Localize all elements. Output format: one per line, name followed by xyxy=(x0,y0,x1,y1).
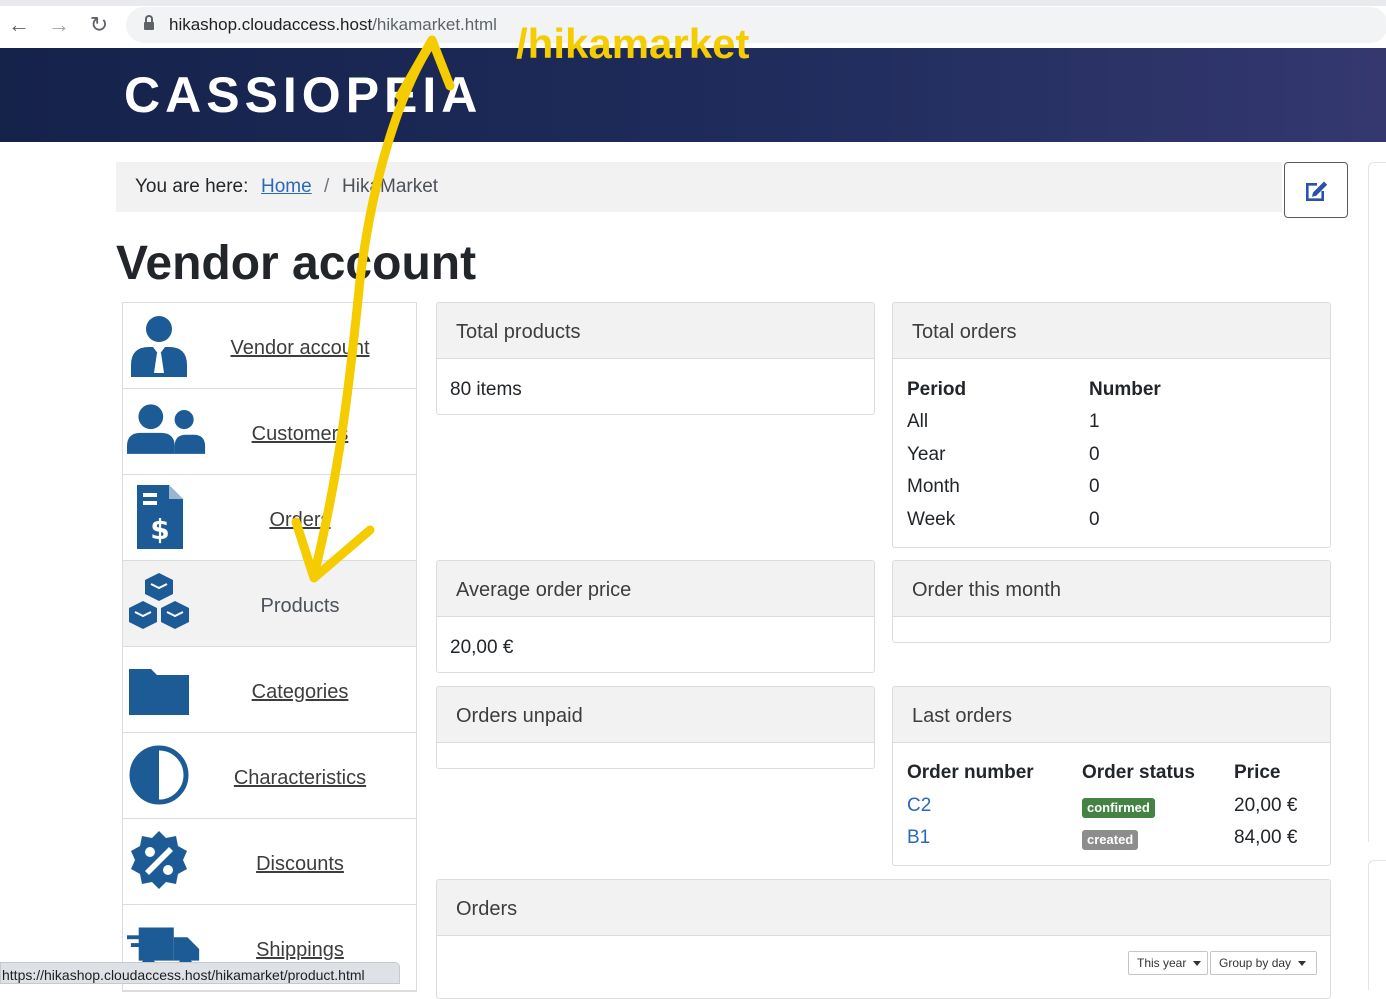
site-brand-logo[interactable]: CASSIOPEIA xyxy=(124,66,482,124)
number-cell: 0 xyxy=(1089,509,1100,530)
orders-chart-card: Orders xyxy=(436,879,1331,999)
status-badge: confirmed xyxy=(1082,798,1155,818)
orders-unpaid-card: Orders unpaid xyxy=(436,686,875,769)
order-number-link[interactable]: C2 xyxy=(907,795,931,817)
order-number-link[interactable]: B1 xyxy=(907,827,930,849)
last-orders-table: Order number Order status Price C2 confi… xyxy=(907,762,1327,862)
reload-icon[interactable]: ↻ xyxy=(86,12,112,38)
folder-icon xyxy=(129,669,189,715)
total-orders-card: Total orders Period Number All 1 Year 0 … xyxy=(892,302,1331,548)
page-title: Vendor account xyxy=(116,237,477,290)
last-orders-card: Last orders Order number Order status Pr… xyxy=(892,686,1331,866)
vendor-user-icon xyxy=(131,316,187,377)
number-cell: 1 xyxy=(1089,411,1100,432)
number-cell: 0 xyxy=(1089,476,1100,497)
col-period: Period xyxy=(907,379,967,400)
address-url[interactable]: hikashop.cloudaccess.host/hikamarket.htm… xyxy=(169,15,497,35)
invoice-dollar-icon: $ xyxy=(137,485,183,549)
breadcrumb-prefix: You are here: xyxy=(135,176,249,197)
card-title: Last orders xyxy=(893,687,1330,743)
cubes-icon xyxy=(129,573,189,629)
order-price: 84,00 € xyxy=(1234,827,1298,848)
period-select[interactable]: This year xyxy=(1128,951,1208,975)
group-by-select-label: Group by day xyxy=(1219,956,1292,970)
menu-item-categories[interactable]: Categories xyxy=(123,647,416,733)
breadcrumb-separator: / xyxy=(324,176,330,197)
forward-arrow-icon[interactable]: → xyxy=(46,12,72,38)
card-title: Orders unpaid xyxy=(437,687,874,743)
tab-strip xyxy=(0,0,1386,6)
sidebar-edge-lower xyxy=(1368,860,1386,990)
browser-status-bar: https://hikashop.cloudaccess.host/hikama… xyxy=(0,962,400,984)
col-order-number: Order number xyxy=(907,762,1034,783)
vendor-menu: Vendor account Customers $ Orders Produc… xyxy=(122,302,417,992)
menu-item-products[interactable]: Products xyxy=(123,561,416,647)
col-price: Price xyxy=(1234,762,1281,783)
menu-item-label: Products xyxy=(260,595,340,617)
url-host: hikashop.cloudaccess.host xyxy=(169,15,373,34)
menu-item-label: Vendor account xyxy=(230,337,370,359)
menu-item-orders[interactable]: $ Orders xyxy=(123,475,416,561)
col-order-status: Order status xyxy=(1082,762,1195,783)
total-products-value: 80 items xyxy=(450,379,522,400)
menu-item-label: Categories xyxy=(251,681,349,703)
average-order-price-card: Average order price 20,00 € xyxy=(436,560,875,673)
card-title: Total products xyxy=(437,303,874,359)
group-by-select[interactable]: Group by day xyxy=(1210,951,1317,975)
menu-item-label: Discounts xyxy=(256,853,344,875)
total-products-card: Total products 80 items xyxy=(436,302,875,415)
chevron-down-icon xyxy=(1298,961,1307,967)
breadcrumb: You are here: Home / HikaMarket xyxy=(116,162,1282,212)
period-cell: All xyxy=(907,411,929,432)
card-title: Orders xyxy=(437,880,1330,936)
url-path: /hikamarket.html xyxy=(372,15,497,34)
edit-module-button[interactable] xyxy=(1284,162,1348,218)
menu-item-customers[interactable]: Customers xyxy=(123,389,416,475)
back-arrow-icon[interactable]: ← xyxy=(6,12,32,38)
status-badge: created xyxy=(1082,830,1139,850)
menu-item-characteristics[interactable]: Characteristics xyxy=(123,733,416,819)
menu-item-label: Orders xyxy=(269,509,331,531)
period-select-label: This year xyxy=(1137,956,1187,970)
menu-item-label: Customers xyxy=(251,423,349,445)
half-circle-icon xyxy=(129,745,189,805)
order-this-month-card: Order this month xyxy=(892,560,1331,643)
menu-item-label: Shippings xyxy=(256,939,344,961)
period-cell: Year xyxy=(907,444,946,465)
menu-item-label: Characteristics xyxy=(233,767,367,789)
chevron-down-icon xyxy=(1193,961,1202,967)
average-price-value: 20,00 € xyxy=(450,637,514,658)
menu-item-vendor-account[interactable]: Vendor account xyxy=(123,303,416,389)
address-bar[interactable]: hikashop.cloudaccess.host/hikamarket.htm… xyxy=(126,7,1386,43)
menu-item-discounts[interactable]: Discounts xyxy=(123,819,416,905)
lock-icon[interactable] xyxy=(144,15,154,30)
annotation-label: /hikamarket xyxy=(516,20,750,67)
sidebar-edge xyxy=(1368,162,1386,842)
edit-pencil-icon xyxy=(1306,181,1328,201)
period-cell: Week xyxy=(907,509,956,530)
percent-badge-icon xyxy=(131,831,187,889)
card-title: Average order price xyxy=(437,561,874,617)
col-number: Number xyxy=(1089,379,1161,400)
order-price: 20,00 € xyxy=(1234,795,1298,816)
card-title: Total orders xyxy=(893,303,1330,359)
card-title: Order this month xyxy=(893,561,1330,617)
breadcrumb-current: HikaMarket xyxy=(342,176,439,197)
breadcrumb-home-link[interactable]: Home xyxy=(261,176,312,198)
svg-text:$: $ xyxy=(150,513,169,546)
number-cell: 0 xyxy=(1089,444,1100,465)
period-cell: Month xyxy=(907,476,960,497)
